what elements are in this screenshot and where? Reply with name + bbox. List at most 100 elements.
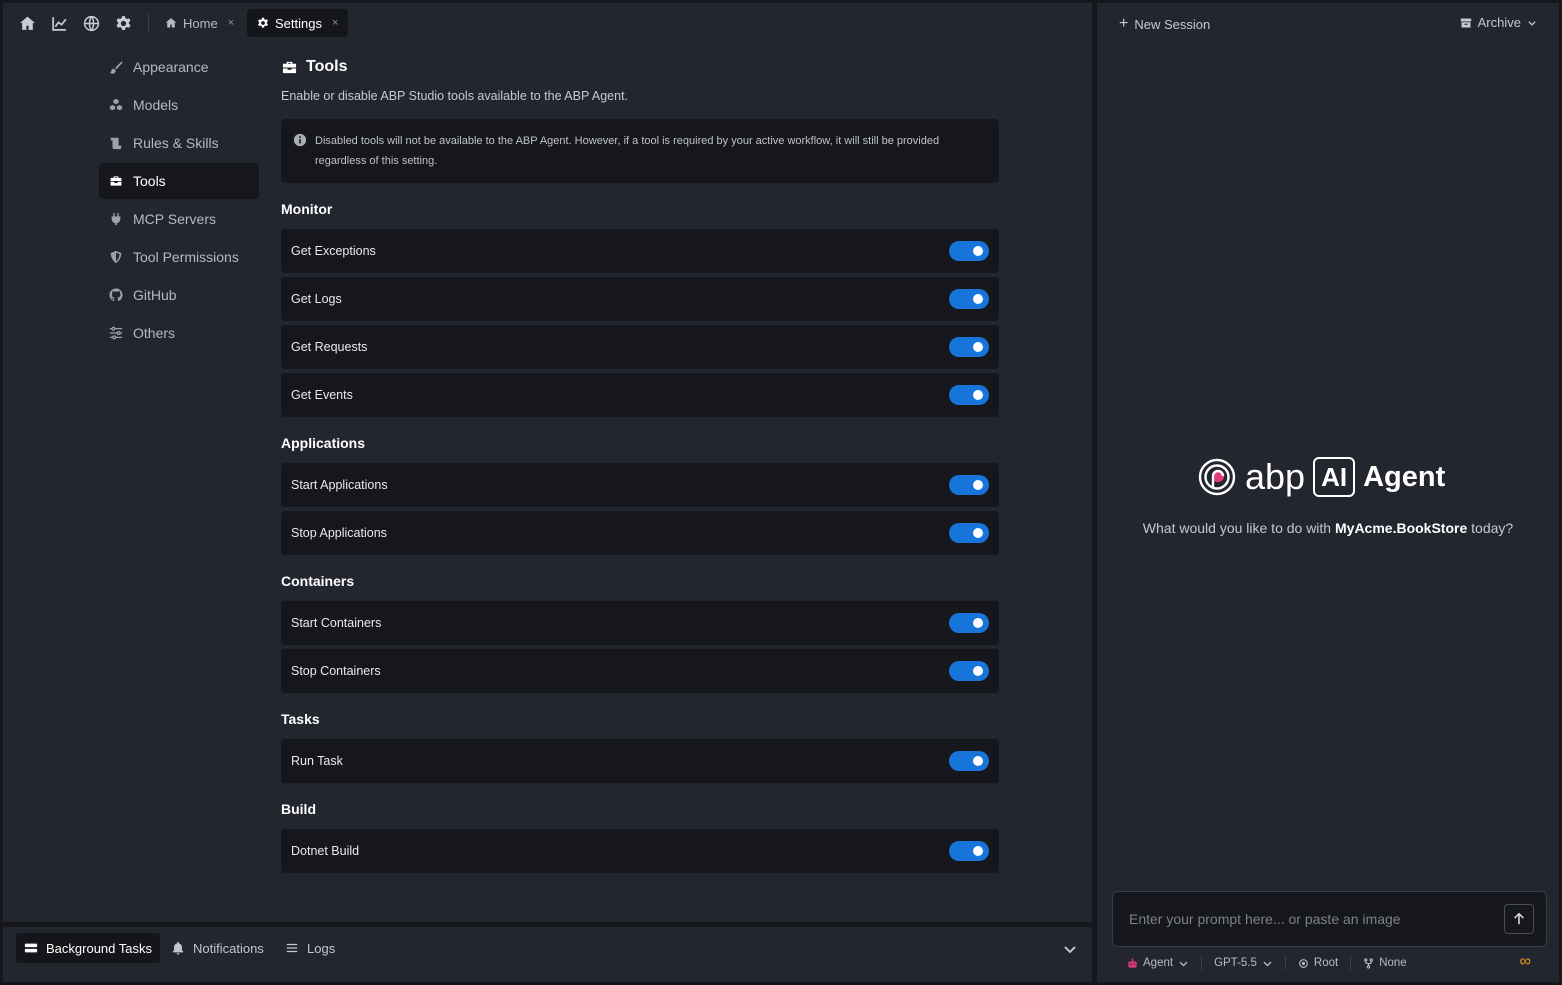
- toggle-switch[interactable]: [949, 337, 989, 357]
- toggle-knob: [973, 390, 983, 400]
- bell-icon: [172, 941, 184, 955]
- tab-label: Settings: [275, 15, 322, 31]
- gear-icon[interactable]: [113, 13, 133, 33]
- plug-icon: [109, 212, 123, 226]
- tab-settings[interactable]: Settings ×: [247, 9, 349, 37]
- toggle-knob: [973, 756, 983, 766]
- tool-label: Start Applications: [291, 478, 388, 492]
- sidebar-item-label: Others: [133, 325, 176, 341]
- model-selector[interactable]: GPT-5.5: [1214, 957, 1273, 969]
- app-window: Home × Settings × Appearance Models Rule…: [0, 0, 1562, 985]
- robot-icon: [1128, 958, 1137, 968]
- tool-row: Start Containers: [281, 601, 999, 645]
- scroll-icon: [109, 136, 123, 150]
- cubes-icon: [109, 98, 123, 112]
- section-heading: Monitor: [281, 201, 333, 217]
- toggle-knob: [973, 246, 983, 256]
- info-banner: Disabled tools will not be available to …: [281, 119, 999, 183]
- toggle-switch[interactable]: [949, 613, 989, 633]
- page-title-text: Tools: [306, 58, 348, 75]
- tab-logs[interactable]: Logs: [277, 933, 343, 963]
- toggle-knob: [973, 342, 983, 352]
- settings-panel: Home × Settings × Appearance Models Rule…: [3, 3, 1092, 922]
- page-title: Tools: [281, 55, 999, 79]
- toggle-switch[interactable]: [949, 751, 989, 771]
- bottom-bar: Background Tasks Notifications Logs: [3, 927, 1092, 982]
- logo-abp-text: abp: [1245, 456, 1306, 497]
- new-session-button[interactable]: + New Session: [1119, 15, 1210, 33]
- abp-logo-icon: [1198, 458, 1236, 496]
- close-icon[interactable]: ×: [332, 17, 338, 29]
- tab-home[interactable]: Home ×: [155, 9, 244, 37]
- branch-selector[interactable]: None: [1363, 957, 1407, 969]
- home-icon: [165, 18, 177, 28]
- top-bar: Home × Settings ×: [3, 3, 1092, 43]
- tool-row: Get Exceptions: [281, 229, 999, 273]
- brush-icon: [109, 60, 123, 74]
- tool-row: Dotnet Build: [281, 829, 999, 873]
- tab-label: Home: [183, 15, 218, 31]
- sidebar-item-models[interactable]: Models: [99, 87, 259, 123]
- sidebar-item-others[interactable]: Others: [99, 315, 259, 351]
- info-text: Disabled tools will not be available to …: [315, 135, 940, 167]
- list-icon: [286, 943, 298, 953]
- tool-label: Stop Containers: [291, 664, 381, 678]
- settings-sidebar: Appearance Models Rules & Skills Tools M…: [99, 49, 259, 353]
- scope-selector[interactable]: Root: [1298, 957, 1338, 969]
- sidebar-item-mcp-servers[interactable]: MCP Servers: [99, 201, 259, 237]
- section-heading: Containers: [281, 573, 355, 589]
- logo-agent-text: Agent: [1363, 460, 1446, 493]
- tab-notifications[interactable]: Notifications: [163, 933, 272, 963]
- toggle-switch[interactable]: [949, 385, 989, 405]
- sidebar-item-tool-permissions[interactable]: Tool Permissions: [99, 239, 259, 275]
- tab-background-tasks[interactable]: Background Tasks: [16, 933, 160, 963]
- chevron-down-icon: [1263, 961, 1272, 967]
- sidebar-item-rules-skills[interactable]: Rules & Skills: [99, 125, 259, 161]
- tool-row: Get Events: [281, 373, 999, 417]
- footer-divider: [1284, 956, 1286, 970]
- sidebar-item-appearance[interactable]: Appearance: [99, 49, 259, 85]
- send-button[interactable]: [1504, 904, 1534, 934]
- archive-icon: [1460, 18, 1471, 27]
- prompt-footer: Agent GPT-5.5 Root None: [1127, 955, 1407, 971]
- footer-divider: [1201, 956, 1203, 970]
- arrow-up-icon: [1514, 912, 1524, 925]
- question-prefix: What would you like to do with: [1142, 520, 1335, 536]
- tool-row: Get Logs: [281, 277, 999, 321]
- tool-row: Start Applications: [281, 463, 999, 507]
- toggle-switch[interactable]: [949, 241, 989, 261]
- tool-row: Stop Containers: [281, 649, 999, 693]
- toggle-switch[interactable]: [949, 475, 989, 495]
- close-icon[interactable]: ×: [228, 17, 234, 29]
- tool-label: Get Logs: [291, 292, 342, 306]
- chevron-down-icon[interactable]: [1062, 941, 1078, 957]
- new-session-label: New Session: [1134, 16, 1211, 32]
- github-icon: [109, 288, 123, 302]
- mode-selector[interactable]: Agent: [1127, 957, 1189, 969]
- tool-label: Get Exceptions: [291, 244, 376, 258]
- toolbox-icon: [282, 61, 297, 73]
- sidebar-item-tools[interactable]: Tools: [99, 163, 259, 199]
- prompt-input[interactable]: [1129, 908, 1489, 930]
- globe-icon[interactable]: [81, 13, 101, 33]
- infinity-icon[interactable]: ∞: [1520, 953, 1531, 971]
- toggle-switch[interactable]: [949, 841, 989, 861]
- tasks-icon: [24, 943, 38, 953]
- home-icon[interactable]: [17, 13, 37, 33]
- sidebar-item-label: GitHub: [133, 287, 177, 303]
- toggle-switch[interactable]: [949, 661, 989, 681]
- section-heading: Applications: [281, 435, 366, 451]
- branch-label: None: [1379, 957, 1407, 969]
- section-heading: Build: [281, 801, 316, 817]
- sidebar-item-label: MCP Servers: [133, 211, 216, 227]
- toggle-switch[interactable]: [949, 523, 989, 543]
- agent-panel: + New Session Archive abp AI Agent What …: [1097, 3, 1559, 982]
- archive-dropdown[interactable]: Archive: [1460, 15, 1537, 30]
- toggle-knob: [973, 666, 983, 676]
- toggle-switch[interactable]: [949, 289, 989, 309]
- chart-icon[interactable]: [49, 13, 69, 33]
- sections: Monitor Get Exceptions Get Logs Get Requ…: [281, 201, 999, 873]
- sidebar-item-github[interactable]: GitHub: [99, 277, 259, 313]
- toolbox-icon: [109, 174, 123, 188]
- branch-icon: [1364, 957, 1374, 969]
